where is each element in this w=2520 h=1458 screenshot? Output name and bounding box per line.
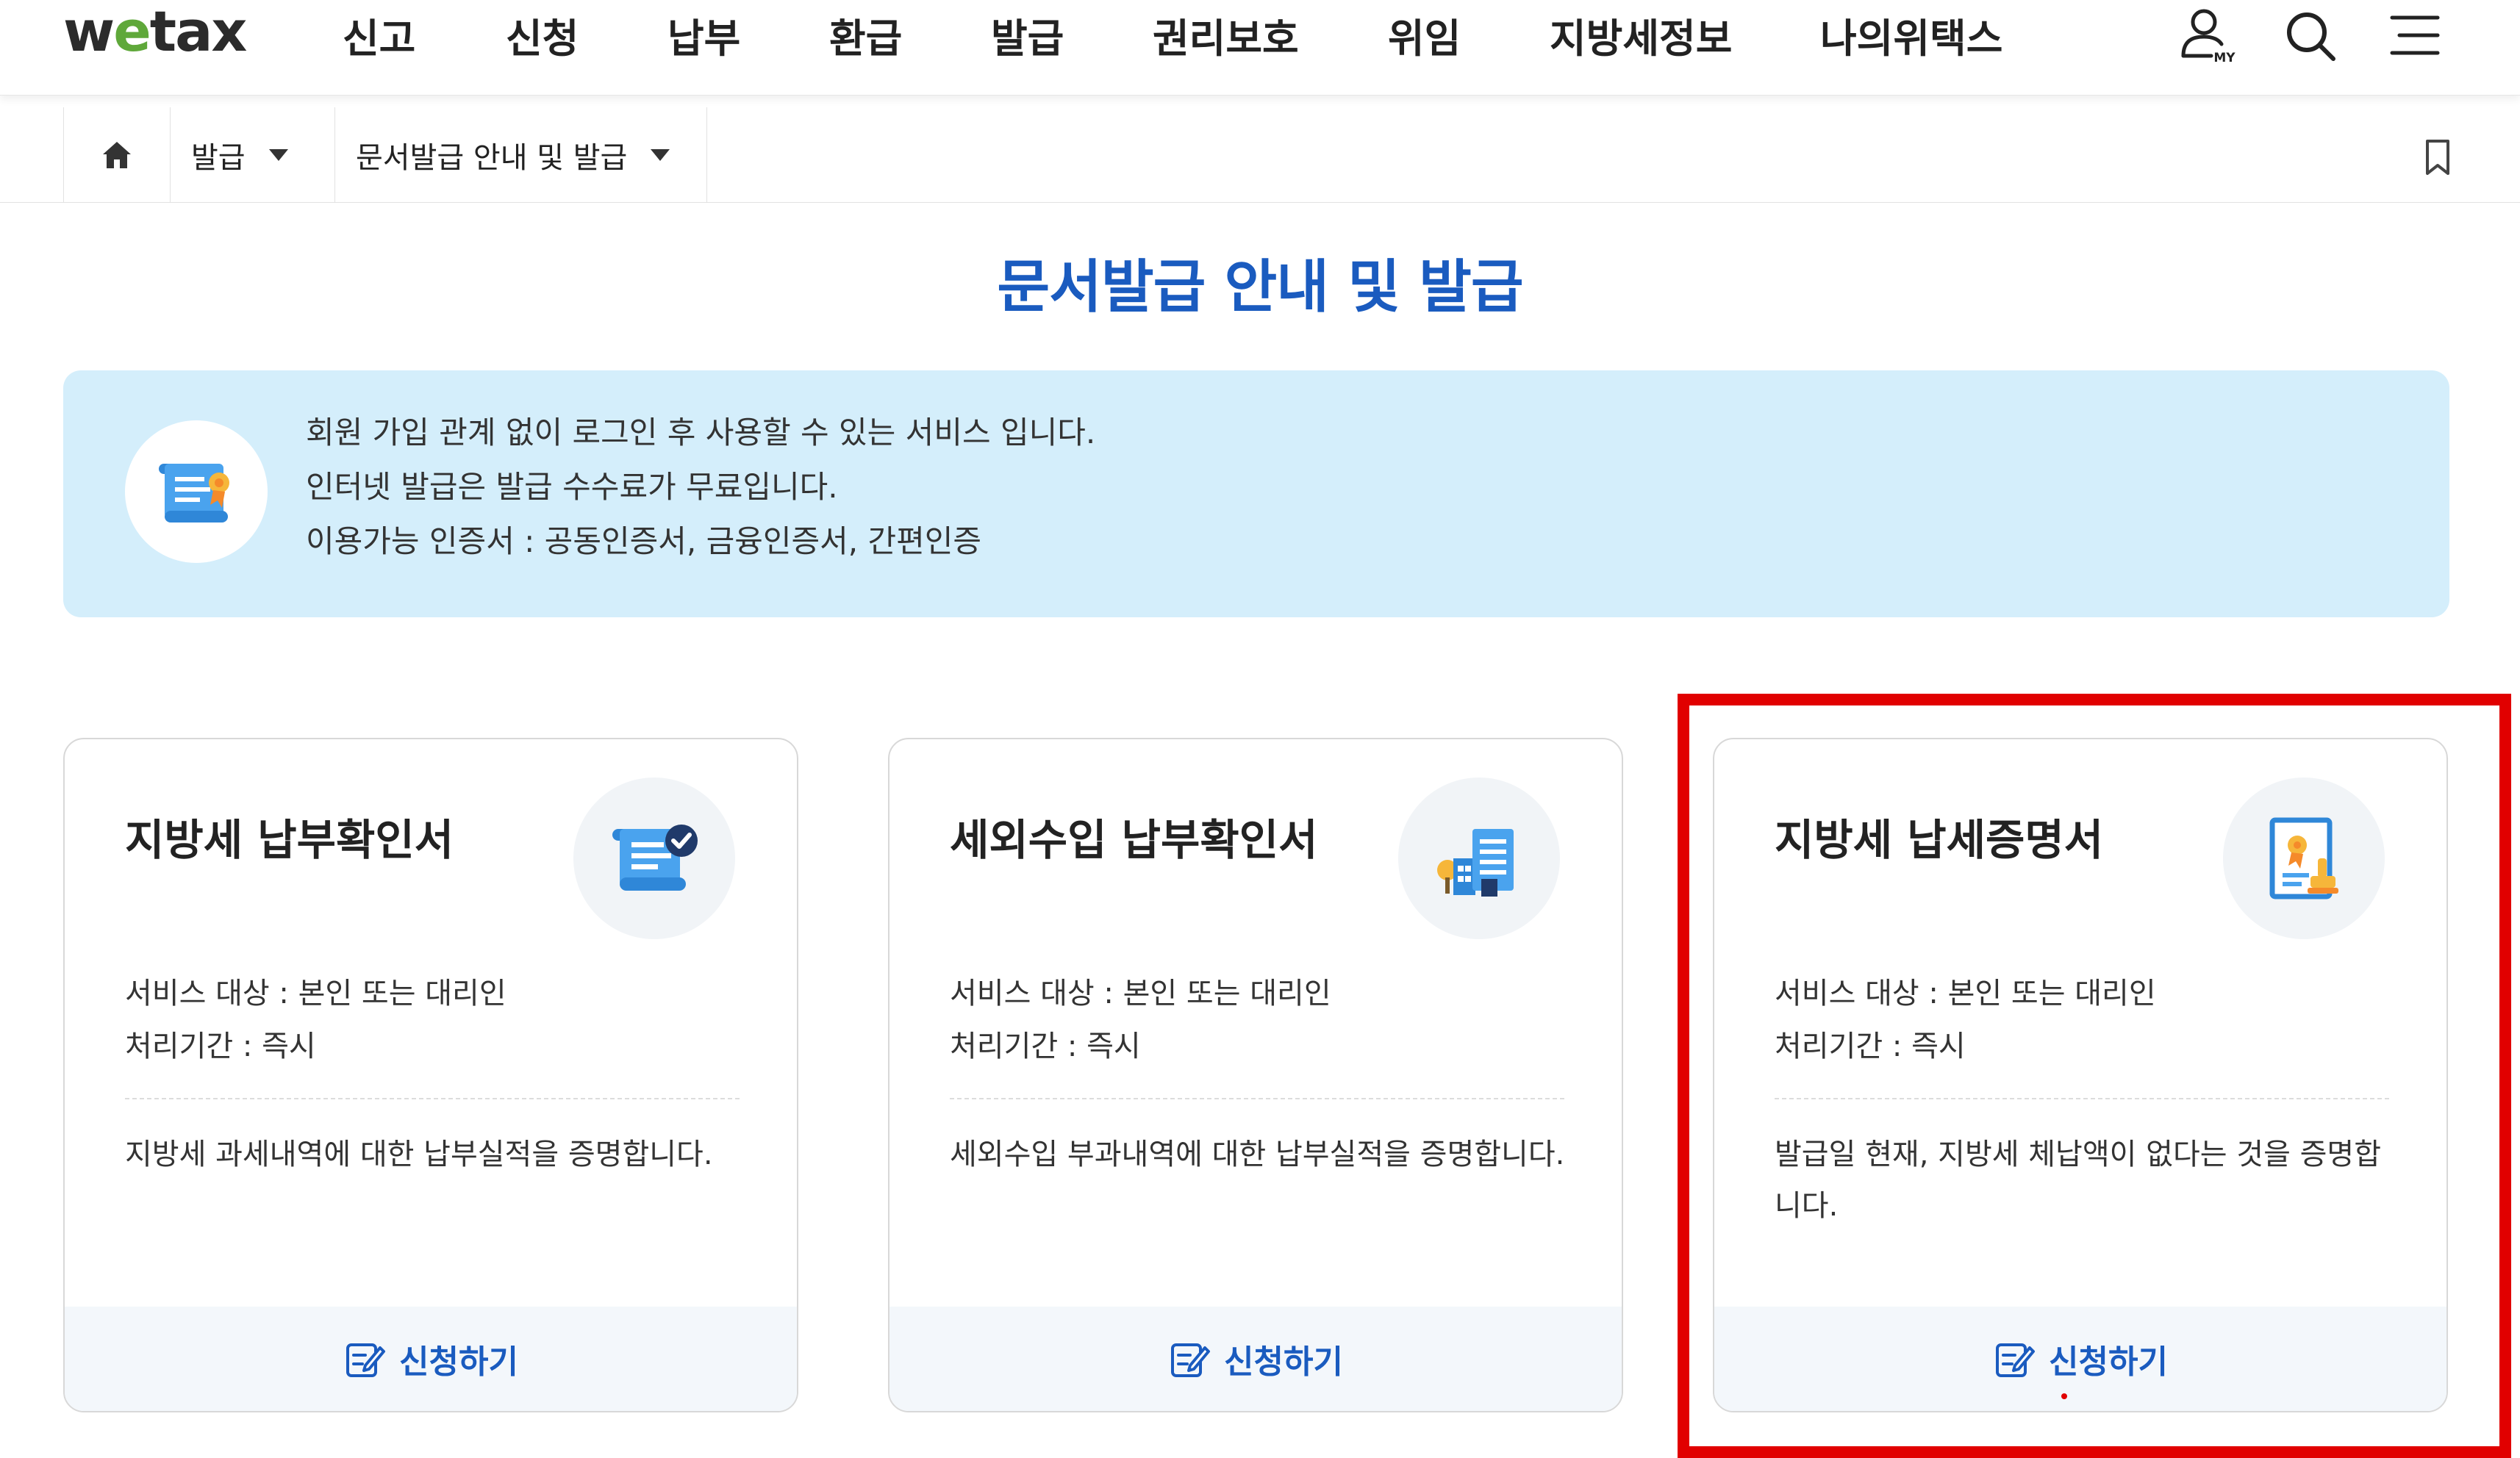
- divider: [1775, 1098, 2389, 1099]
- nav-item-apply[interactable]: 신청: [506, 6, 579, 64]
- card-title: 세외수입 납부확인서: [950, 815, 1318, 865]
- nav-item-rights[interactable]: 권리보호: [1153, 6, 1299, 64]
- edit-document-icon: [346, 1343, 386, 1377]
- nav-item-local-tax-info[interactable]: 지방세정보: [1550, 6, 1732, 64]
- certificate-stamp-icon: [2223, 778, 2385, 939]
- card-service-target: 서비스 대상 : 본인 또는 대리인: [1775, 977, 2156, 1010]
- card-local-tax-certificate: 지방세 납세증명서 서비스 대상 : 본인 또는 대리인 처리기간 : 즉시 발…: [1713, 738, 2448, 1412]
- logo-w: w: [63, 0, 115, 64]
- info-line: 인터넷 발급은 발급 수수료가 무료입니다.: [306, 469, 838, 505]
- wetax-logo[interactable]: w e tax: [63, 0, 247, 64]
- chevron-down-icon: [268, 149, 288, 161]
- apply-button[interactable]: 신청하기: [1714, 1307, 2446, 1411]
- page: w e tax 신고 신청 납부 환급 발급 권리보호 위임 지방세정보 나의위택스…: [0, 0, 2520, 1458]
- card-local-tax-payment-confirmation: 지방세 납부확인서 서비스 대상 : 본인 또는 대리인 처리기간 : 즉시 지…: [63, 738, 798, 1412]
- card-title: 지방세 납세증명서: [1775, 815, 2104, 865]
- card-service-target: 서비스 대상 : 본인 또는 대리인: [125, 977, 506, 1010]
- breadcrumb: 발급 문서발급 안내 및 발급: [0, 107, 2520, 203]
- my-account-icon[interactable]: MY: [2176, 3, 2242, 69]
- card-non-tax-revenue-payment-confirmation: 세외수입 납부확인서 서비스 대상 : 본인 또는 대리인 처리기간 : 즉시: [888, 738, 1623, 1412]
- card-service-target: 서비스 대상 : 본인 또는 대리인: [950, 977, 1331, 1010]
- nav-item-refund[interactable]: 환급: [829, 6, 902, 64]
- breadcrumb-level2[interactable]: 문서발급 안내 및 발급: [335, 107, 707, 203]
- home-icon[interactable]: [63, 107, 171, 203]
- nav-item-issue[interactable]: 발급: [991, 6, 1064, 64]
- divider: [950, 1098, 1564, 1099]
- edit-document-icon: [1171, 1343, 1211, 1377]
- card-description: 발급일 현재, 지방세 체납액이 없다는 것을 증명합니다.: [1775, 1138, 2382, 1223]
- card-processing-period: 처리기간 : 즉시: [1775, 1030, 1966, 1063]
- document-check-icon: [573, 778, 735, 939]
- apply-button[interactable]: 신청하기: [65, 1307, 797, 1411]
- my-label: MY: [2213, 51, 2236, 65]
- card-description: 세외수입 부과내역에 대한 납부실적을 증명합니다.: [950, 1138, 1565, 1171]
- page-title: 문서발급 안내 및 발급: [997, 254, 1523, 320]
- search-icon[interactable]: [2277, 3, 2344, 69]
- info-line: 이용가능 인증서 : 공동인증서, 금융인증서, 간편인증: [306, 523, 982, 559]
- card-processing-period: 처리기간 : 즉시: [950, 1030, 1141, 1063]
- info-line: 회원 가입 관계 없이 로그인 후 사용할 수 있는 서비스 입니다.: [306, 414, 1096, 450]
- nav-item-report[interactable]: 신고: [343, 6, 415, 64]
- card-title: 지방세 납부확인서: [125, 815, 454, 865]
- chevron-down-icon: [651, 149, 670, 161]
- info-box: 회원 가입 관계 없이 로그인 후 사용할 수 있는 서비스 입니다. 인터넷 …: [63, 370, 2449, 617]
- apply-button-label: 신청하기: [399, 1343, 518, 1381]
- top-header: w e tax 신고 신청 납부 환급 발급 권리보호 위임 지방세정보 나의위택스…: [0, 0, 2520, 96]
- breadcrumb-level1-label: 발급: [191, 141, 246, 175]
- card-description: 지방세 과세내역에 대한 납부실적을 증명합니다.: [125, 1138, 713, 1171]
- breadcrumb-level2-label: 문서발급 안내 및 발급: [356, 141, 628, 175]
- apply-button[interactable]: 신청하기: [889, 1307, 1622, 1411]
- apply-button-label: 신청하기: [2049, 1343, 2168, 1381]
- menu-icon[interactable]: [2382, 3, 2448, 69]
- logo-e: e: [113, 0, 151, 64]
- apply-button-label: 신청하기: [1224, 1343, 1343, 1381]
- logo-tax: tax: [149, 0, 248, 64]
- nav-item-delegation[interactable]: 위임: [1388, 6, 1461, 64]
- bookmark-icon[interactable]: [2417, 137, 2458, 178]
- nav-item-pay[interactable]: 납부: [667, 6, 740, 64]
- buildings-document-icon: [1398, 778, 1560, 939]
- breadcrumb-level1[interactable]: 발급: [171, 107, 335, 203]
- edit-document-icon: [1996, 1343, 2036, 1377]
- certificate-scroll-icon: [125, 420, 268, 563]
- divider: [125, 1098, 740, 1099]
- card-processing-period: 처리기간 : 즉시: [125, 1030, 316, 1063]
- nav-item-my-wetax[interactable]: 나의위택스: [1820, 6, 2002, 64]
- click-marker: [2061, 1393, 2067, 1399]
